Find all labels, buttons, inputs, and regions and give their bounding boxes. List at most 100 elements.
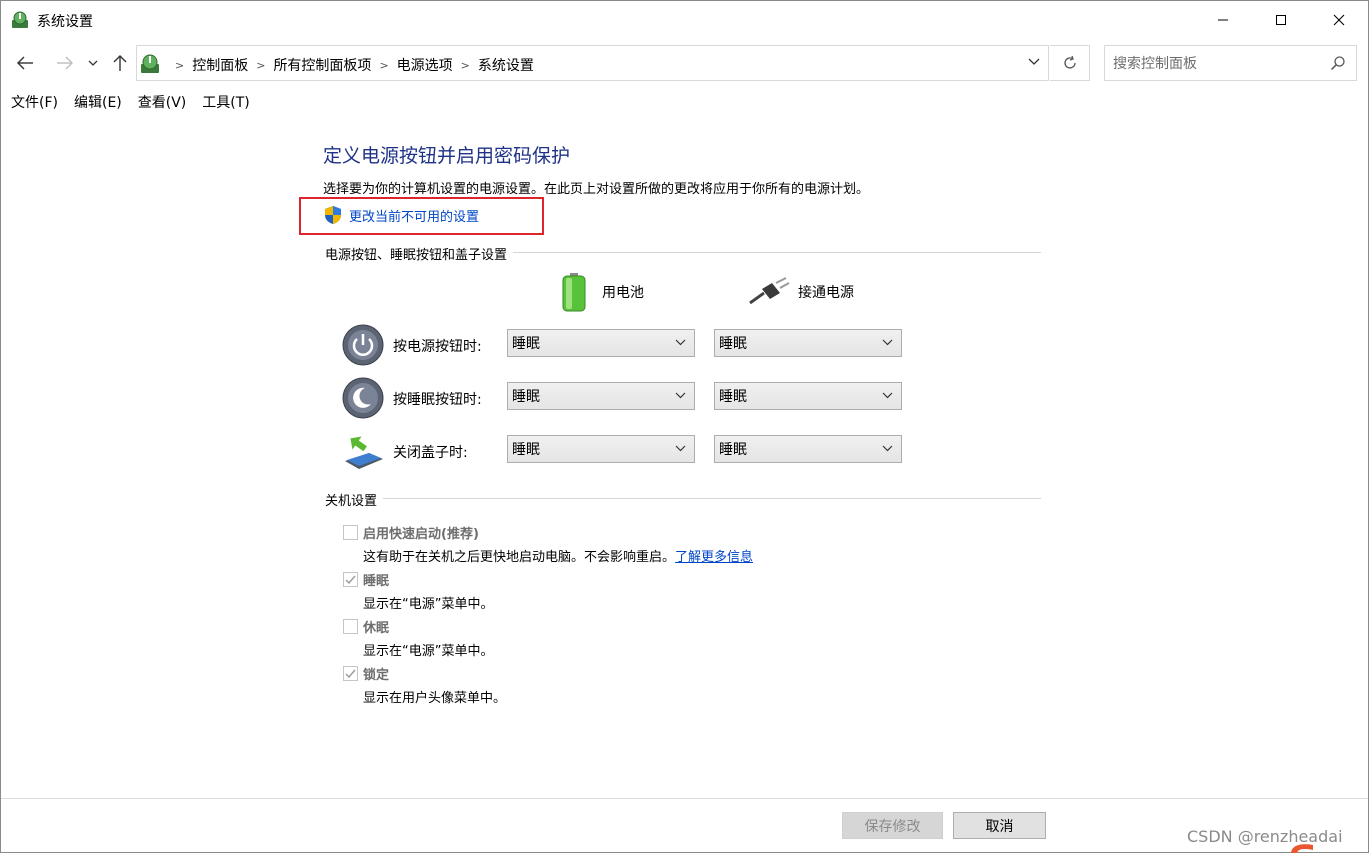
save-changes-button[interactable]: 保存修改 xyxy=(842,812,943,839)
chevron-down-icon xyxy=(88,60,98,66)
watermark-text: CSDN @renzheadai xyxy=(1187,827,1343,846)
breadcrumb-system-settings[interactable]: 系统设置 xyxy=(478,55,534,75)
change-link-label[interactable]: 更改当前不可用的设置 xyxy=(349,206,479,225)
breadcrumb-control-panel[interactable]: 控制面板 xyxy=(192,55,248,75)
change-unavailable-settings-link[interactable]: 更改当前不可用的设置 xyxy=(323,205,479,225)
close-icon xyxy=(1333,14,1345,26)
csdn-logo-icon xyxy=(1291,844,1313,853)
checkmark-icon xyxy=(345,669,356,678)
power-button-row: 按电源按钮时: 睡眠 睡眠 xyxy=(341,321,921,367)
back-button[interactable] xyxy=(13,51,37,75)
sleep-button-label: 按睡眠按钮时: xyxy=(393,392,482,408)
address-bar[interactable]: > 控制面板 > 所有控制面板项 > 电源选项 > 系统设置 xyxy=(136,45,1049,81)
select-value: 睡眠 xyxy=(512,336,540,352)
breadcrumb: > 控制面板 > 所有控制面板项 > 电源选项 > 系统设置 xyxy=(167,55,534,75)
sleep-button-plugged-select[interactable]: 睡眠 xyxy=(714,382,902,410)
hibernate-description: 显示在“电源”菜单中。 xyxy=(363,644,494,659)
select-value: 睡眠 xyxy=(719,442,747,458)
laptop-lid-icon xyxy=(345,436,383,469)
column-label-battery: 用电池 xyxy=(602,285,644,301)
minimize-button[interactable] xyxy=(1194,1,1252,39)
cancel-button[interactable]: 取消 xyxy=(953,812,1046,839)
menu-file[interactable]: 文件(F) xyxy=(11,91,58,115)
footer-divider xyxy=(1,798,1368,799)
breadcrumb-separator-icon: > xyxy=(460,58,470,72)
select-value: 睡眠 xyxy=(512,442,540,458)
power-button-battery-select[interactable]: 睡眠 xyxy=(507,329,695,357)
maximize-button[interactable] xyxy=(1252,1,1310,39)
select-value: 睡眠 xyxy=(512,389,540,405)
search-input[interactable] xyxy=(1113,54,1318,74)
fast-startup-checkbox[interactable] xyxy=(343,525,358,540)
minimize-icon xyxy=(1218,19,1228,21)
fast-startup-description: 这有助于在关机之后更快地启动电脑。不会影响重启。了解更多信息 xyxy=(363,546,753,565)
power-button-icon xyxy=(342,324,384,366)
column-label-plugged: 接通电源 xyxy=(798,285,854,301)
recent-locations-button[interactable] xyxy=(83,51,103,75)
chevron-down-icon xyxy=(882,392,893,399)
search-icon[interactable] xyxy=(1330,55,1346,71)
shutdown-section-title: 关机设置 xyxy=(325,490,384,509)
arrow-up-icon xyxy=(113,55,127,71)
refresh-button[interactable] xyxy=(1050,45,1090,81)
up-button[interactable] xyxy=(108,51,132,75)
hibernate-label: 休眠 xyxy=(363,621,390,636)
power-plug-icon xyxy=(749,277,790,305)
battery-icon xyxy=(562,273,586,312)
learn-more-link[interactable]: 了解更多信息 xyxy=(675,550,753,565)
power-button-label: 按电源按钮时: xyxy=(393,339,482,355)
column-header-battery: 用电池 xyxy=(559,272,644,312)
chevron-down-icon xyxy=(882,445,893,452)
navigation-bar: > 控制面板 > 所有控制面板项 > 电源选项 > 系统设置 xyxy=(1,43,1368,83)
menu-tools[interactable]: 工具(T) xyxy=(202,91,249,115)
title-bar: 系统设置 xyxy=(1,1,1368,39)
breadcrumb-power-options[interactable]: 电源选项 xyxy=(397,55,453,75)
menu-view[interactable]: 查看(V) xyxy=(138,91,187,115)
menu-edit[interactable]: 编辑(E) xyxy=(74,91,122,115)
lock-label: 锁定 xyxy=(363,668,390,683)
breadcrumb-separator-icon: > xyxy=(175,58,185,72)
uac-shield-icon xyxy=(325,206,341,224)
lid-close-plugged-select[interactable]: 睡眠 xyxy=(714,435,902,463)
sleep-button-battery-select[interactable]: 睡眠 xyxy=(507,382,695,410)
refresh-icon xyxy=(1063,55,1076,69)
select-value: 睡眠 xyxy=(719,336,747,352)
arrow-right-icon xyxy=(57,56,73,70)
checkmark-icon xyxy=(345,575,356,584)
forward-button[interactable] xyxy=(53,51,77,75)
sleep-description: 显示在“电源”菜单中。 xyxy=(363,597,494,612)
section-divider xyxy=(325,498,1041,499)
lock-description: 显示在用户头像菜单中。 xyxy=(363,691,507,706)
maximize-icon xyxy=(1276,15,1286,25)
breadcrumb-separator-icon: > xyxy=(379,58,389,72)
breadcrumb-separator-icon: > xyxy=(256,58,266,72)
menu-bar: 文件(F) 编辑(E) 查看(V) 工具(T) xyxy=(1,91,1368,115)
breadcrumb-all-items[interactable]: 所有控制面板项 xyxy=(273,55,371,75)
sleep-checkbox[interactable] xyxy=(343,572,358,587)
address-dropdown-icon[interactable] xyxy=(1028,56,1040,66)
arrow-left-icon xyxy=(17,56,33,70)
lock-checkbox[interactable] xyxy=(343,666,358,681)
window-title: 系统设置 xyxy=(37,14,93,30)
select-value: 睡眠 xyxy=(719,389,747,405)
chevron-down-icon xyxy=(675,392,686,399)
power-section-title: 电源按钮、睡眠按钮和盖子设置 xyxy=(325,244,514,263)
power-button-plugged-select[interactable]: 睡眠 xyxy=(714,329,902,357)
sleep-button-row: 按睡眠按钮时: 睡眠 睡眠 xyxy=(341,374,921,420)
page-title: 定义电源按钮并启用密码保护 xyxy=(323,145,571,167)
hibernate-checkbox[interactable] xyxy=(343,619,358,634)
lid-close-row: 关闭盖子时: 睡眠 睡眠 xyxy=(341,427,921,473)
control-panel-icon xyxy=(141,54,159,73)
lid-close-battery-select[interactable]: 睡眠 xyxy=(507,435,695,463)
sleep-label: 睡眠 xyxy=(363,574,390,589)
search-box[interactable] xyxy=(1104,45,1357,81)
fast-startup-desc-text: 这有助于在关机之后更快地启动电脑。不会影响重启。 xyxy=(363,550,676,565)
close-button[interactable] xyxy=(1310,1,1368,39)
chevron-down-icon xyxy=(675,339,686,346)
lid-close-label: 关闭盖子时: xyxy=(393,445,468,461)
page-description: 选择要为你的计算机设置的电源设置。在此页上对设置所做的更改将应用于你所有的电源计… xyxy=(323,182,870,197)
chevron-down-icon xyxy=(882,339,893,346)
system-settings-window: 系统设置 > 控制面板 > 所有控制面板项 > 电源选项 > 系统设置 搜索控制… xyxy=(0,0,1369,853)
fast-startup-label: 启用快速启动(推荐) xyxy=(363,527,479,542)
chevron-down-icon xyxy=(675,445,686,452)
